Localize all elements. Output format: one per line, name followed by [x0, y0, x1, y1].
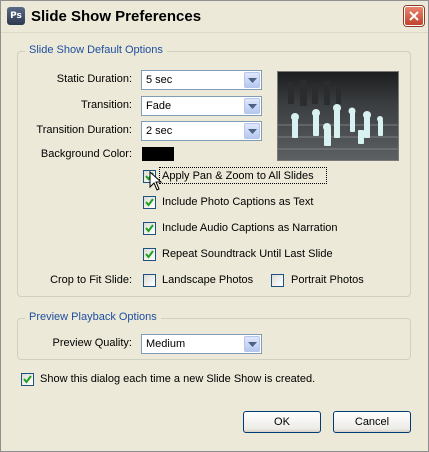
default-options-legend: Slide Show Default Options	[25, 44, 167, 56]
close-button[interactable]	[404, 6, 424, 26]
chevron-down-icon	[248, 78, 257, 83]
dropdown-arrow-button[interactable]	[244, 98, 260, 114]
dropdown-arrow-button[interactable]	[244, 72, 260, 88]
checkmark-icon	[23, 375, 32, 384]
show-dialog-checkbox[interactable]	[21, 373, 34, 386]
show-dialog-label[interactable]: Show this dialog each time a new Slide S…	[40, 373, 315, 385]
transition-duration-select[interactable]: 2 sec	[141, 121, 262, 141]
dropdown-arrow-button[interactable]	[244, 336, 260, 352]
preview-options-legend: Preview Playback Options	[25, 311, 161, 323]
apply-pan-zoom-label[interactable]: Apply Pan & Zoom to All Slides	[162, 170, 314, 182]
preview-quality-value: Medium	[146, 338, 186, 350]
crop-to-fit-label: Crop to Fit Slide:	[50, 274, 132, 286]
include-photo-captions-checkbox[interactable]	[143, 196, 156, 209]
preferences-dialog: Ps Slide Show Preferences Slide Show Def…	[0, 0, 429, 452]
checkmark-icon	[145, 198, 154, 207]
transition-value: Fade	[146, 100, 172, 112]
portrait-photos-label[interactable]: Portrait Photos	[291, 274, 364, 286]
chevron-down-icon	[248, 104, 257, 109]
include-photo-captions-label[interactable]: Include Photo Captions as Text	[162, 196, 313, 208]
background-color-swatch[interactable]	[142, 147, 174, 161]
landscape-photos-checkbox[interactable]	[143, 274, 156, 287]
close-x-icon	[409, 11, 419, 21]
include-audio-captions-checkbox[interactable]	[143, 222, 156, 235]
cancel-button[interactable]: Cancel	[333, 411, 411, 433]
transition-duration-label: Transition Duration:	[36, 124, 132, 136]
transition-label: Transition:	[81, 99, 132, 111]
static-duration-value: 5 sec	[146, 74, 173, 86]
dialog-title: Slide Show Preferences	[31, 8, 202, 25]
chevron-down-icon	[248, 342, 257, 347]
mouse-pointer-icon	[149, 171, 163, 191]
repeat-soundtrack-checkbox[interactable]	[143, 248, 156, 261]
app-icon: Ps	[7, 7, 25, 25]
portrait-photos-checkbox[interactable]	[271, 274, 284, 287]
slide-preview-image	[277, 71, 399, 161]
transition-duration-value: 2 sec	[146, 125, 173, 137]
title-bar[interactable]: Ps Slide Show Preferences	[1, 1, 428, 33]
include-audio-captions-label[interactable]: Include Audio Captions as Narration	[162, 222, 338, 234]
checkmark-icon	[145, 250, 154, 259]
static-duration-label: Static Duration:	[56, 73, 132, 85]
repeat-soundtrack-label[interactable]: Repeat Soundtrack Until Last Slide	[162, 248, 333, 260]
dropdown-arrow-button[interactable]	[244, 123, 260, 139]
landscape-photos-label[interactable]: Landscape Photos	[162, 274, 253, 286]
transition-select[interactable]: Fade	[141, 96, 262, 116]
preview-quality-select[interactable]: Medium	[141, 334, 262, 354]
checkmark-icon	[145, 224, 154, 233]
preview-quality-label: Preview Quality:	[52, 337, 132, 349]
ok-button[interactable]: OK	[243, 411, 321, 433]
background-color-label: Background Color:	[40, 148, 132, 160]
chevron-down-icon	[248, 129, 257, 134]
static-duration-select[interactable]: 5 sec	[141, 70, 262, 90]
